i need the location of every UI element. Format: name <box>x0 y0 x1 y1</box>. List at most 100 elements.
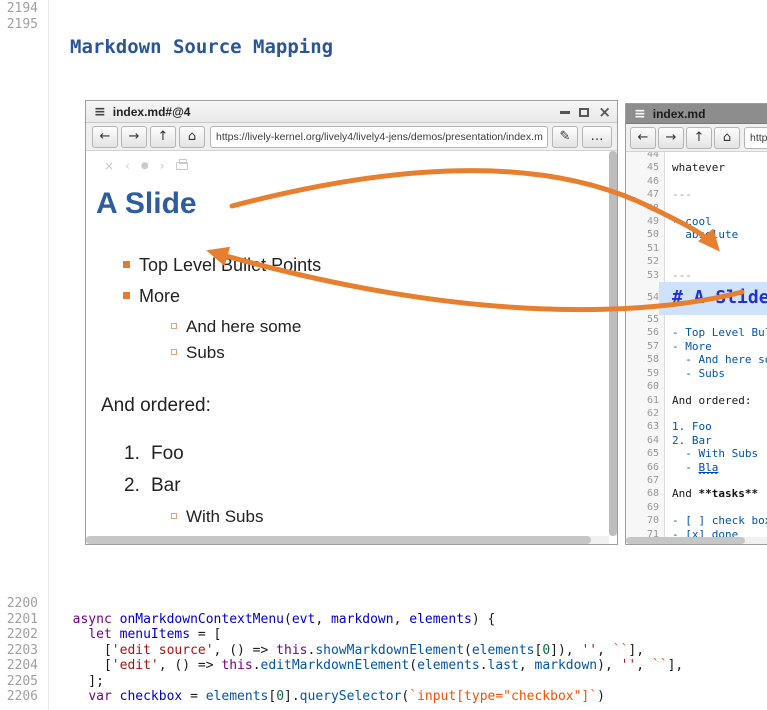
code-line: 66 - Bla <box>626 461 767 474</box>
minimize-icon[interactable] <box>560 111 570 114</box>
line-number: 54 <box>626 282 659 313</box>
ordered-item: 1. Foo <box>86 443 607 475</box>
bullet-item: More <box>86 286 607 317</box>
line-number: 65 <box>626 447 659 460</box>
line-number: 70 <box>626 514 659 527</box>
url-input[interactable]: https <box>744 127 767 149</box>
slide-dot-icon[interactable]: ● <box>141 161 149 171</box>
code-line: 44 <box>626 152 767 161</box>
line-number: 2201 <box>0 612 38 628</box>
next-slide-icon[interactable]: › <box>160 159 165 173</box>
line-number: 50 <box>626 228 659 241</box>
left-window-titlebar[interactable]: ≡ index.md#@4 × <box>86 101 617 123</box>
maximize-icon[interactable] <box>579 108 589 117</box>
code-line: 45whatever <box>626 161 767 174</box>
ordered-text: With Subs <box>186 507 263 526</box>
ordered-item: With Subs <box>86 507 607 533</box>
code-line: 631. Foo <box>626 420 767 433</box>
line-number: 46 <box>626 175 659 188</box>
code-line: 52 <box>626 255 767 268</box>
bullet-text: More <box>139 286 180 306</box>
forward-button[interactable]: → <box>121 126 147 148</box>
line-number: 57 <box>626 340 659 353</box>
line-number: 60 <box>626 380 659 393</box>
line-number: 61 <box>626 394 659 407</box>
back-button[interactable]: ← <box>630 127 656 149</box>
line-number: 2205 <box>0 674 38 690</box>
prev-slide-icon[interactable]: ‹ <box>125 159 130 173</box>
back-button[interactable]: ← <box>92 126 118 148</box>
line-number: 52 <box>626 255 659 268</box>
ordered-text: Bar <box>151 475 181 496</box>
forward-button[interactable]: → <box>658 127 684 149</box>
editor-horizontal-scrollbar[interactable] <box>626 537 767 544</box>
more-button[interactable]: … <box>582 126 612 148</box>
code-line: 49- cool <box>626 215 767 228</box>
line-number: 64 <box>626 434 659 447</box>
ordered-marker: 1. <box>124 443 140 465</box>
right-window-title: index.md <box>653 107 706 121</box>
code-line: 2205 ]; <box>0 674 767 690</box>
line-number: 55 <box>626 313 659 326</box>
code-line: 47--- <box>626 188 767 201</box>
slide-paragraph: And ordered: <box>101 395 211 417</box>
code-line: 60 <box>626 380 767 393</box>
line-number: 2200 <box>0 596 38 612</box>
bullet-item: Subs <box>86 343 607 369</box>
url-input[interactable]: https://lively-kernel.org/lively4/lively… <box>210 126 548 148</box>
line-number: 56 <box>626 326 659 339</box>
outer-gutter-top: 21942195 <box>0 1 767 32</box>
right-window-toolbar: ← → ↑ ⌂ https <box>626 124 767 152</box>
code-line: 68And **tasks** <box>626 487 767 500</box>
line-number: 53 <box>626 269 659 282</box>
ordered-text: Foo <box>151 443 184 464</box>
slide-bullet-list: Top Level Bullet PointsMore And here some… <box>86 255 607 369</box>
line-number: 59 <box>626 367 659 380</box>
code-line: 65 - With Subs <box>626 447 767 460</box>
code-line: 59 - Subs <box>626 367 767 380</box>
bullet-icon <box>171 349 177 355</box>
code-line: 50 absolute <box>626 228 767 241</box>
horizontal-scrollbar[interactable] <box>86 536 609 544</box>
line-number: 45 <box>626 161 659 174</box>
line-number: 47 <box>626 188 659 201</box>
line-number: 2204 <box>0 658 38 674</box>
right-window-titlebar[interactable]: ≡ index.md <box>626 104 767 124</box>
print-icon[interactable] <box>176 162 188 170</box>
menu-icon[interactable]: ≡ <box>634 106 646 122</box>
up-button[interactable]: ↑ <box>686 127 712 149</box>
line-number: 67 <box>626 474 659 487</box>
edit-button[interactable]: ✎ <box>552 126 578 148</box>
line-number: 2203 <box>0 643 38 659</box>
code-line: 67 <box>626 474 767 487</box>
fullscreen-icon[interactable]: × <box>104 159 114 173</box>
slide-ordered-list: 1.Foo2.BarWith Subs <box>86 443 607 533</box>
code-line: 56- Top Level Bullet Points <box>626 326 767 339</box>
line-number: 66 <box>626 461 659 474</box>
line-number: 51 <box>626 242 659 255</box>
code-line: 2206 var checkbox = elements[0].querySel… <box>0 689 767 705</box>
line-number: 68 <box>626 487 659 500</box>
line-number: 48 <box>626 202 659 215</box>
bullet-item: Top Level Bullet Points <box>86 255 607 286</box>
line-number: 58 <box>626 353 659 366</box>
left-window-title: index.md#@4 <box>113 105 191 119</box>
code-line: 2200 <box>0 596 767 612</box>
home-button[interactable]: ⌂ <box>179 126 205 148</box>
vertical-scrollbar[interactable] <box>609 151 617 536</box>
up-button[interactable]: ↑ <box>150 126 176 148</box>
code-line: 57- More <box>626 340 767 353</box>
menu-icon[interactable]: ≡ <box>94 104 106 120</box>
code-line: 2203 ['edit source', () => this.showMark… <box>0 643 767 659</box>
code-line: 58 - And here some <box>626 353 767 366</box>
page-title: Markdown Source Mapping <box>70 36 333 58</box>
bullet-text: And here some <box>186 317 301 336</box>
code-line: 53--- <box>626 269 767 282</box>
close-icon[interactable]: × <box>598 107 611 117</box>
line-number: 44 <box>626 152 659 161</box>
code-line: 2204 ['edit', () => this.editMarkdownEle… <box>0 658 767 674</box>
home-button[interactable]: ⌂ <box>714 127 740 149</box>
code-line: 2201 async onMarkdownContextMenu(evt, ma… <box>0 612 767 628</box>
code-line: 54# A Slide <box>626 282 767 313</box>
source-editor[interactable]: 4445whatever4647---4849- cool50 absolute… <box>626 152 767 544</box>
